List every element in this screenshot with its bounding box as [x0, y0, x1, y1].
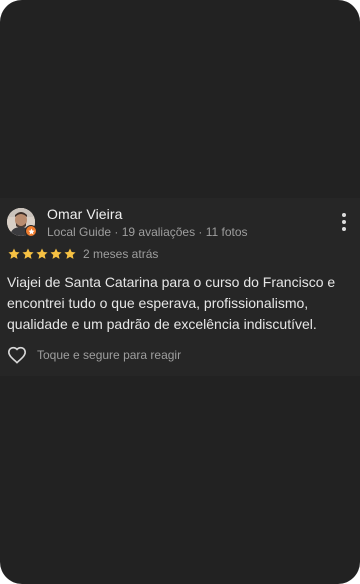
- more-vert-icon: [342, 213, 346, 217]
- heart-outline-icon: [7, 346, 27, 364]
- star-icon: [36, 248, 48, 259]
- star-icon: [22, 248, 34, 259]
- reviewer-name[interactable]: Omar Vieira: [47, 206, 123, 222]
- star-icon: [50, 248, 62, 259]
- reviewer-meta: Local Guide · 19 avaliações · 11 fotos: [47, 225, 248, 239]
- react-hint-label: Toque e segure para reagir: [37, 348, 182, 362]
- more-vert-icon-dot: [342, 220, 346, 224]
- review-date: 2 meses atrás: [83, 247, 159, 261]
- screen: Omar Vieira Local Guide · 19 avaliações …: [0, 0, 360, 584]
- star-icon: [64, 248, 76, 259]
- more-vert-icon-dot: [342, 227, 346, 231]
- review-text: Viajei de Santa Catarina para o curso do…: [7, 274, 336, 332]
- review-card: Omar Vieira Local Guide · 19 avaliações …: [0, 198, 360, 376]
- more-options-button[interactable]: [334, 211, 354, 233]
- star-rating: [7, 247, 77, 261]
- star-icon: [8, 248, 20, 259]
- react-button[interactable]: Toque e segure para reagir: [7, 346, 181, 364]
- local-guide-badge-icon: [25, 225, 37, 237]
